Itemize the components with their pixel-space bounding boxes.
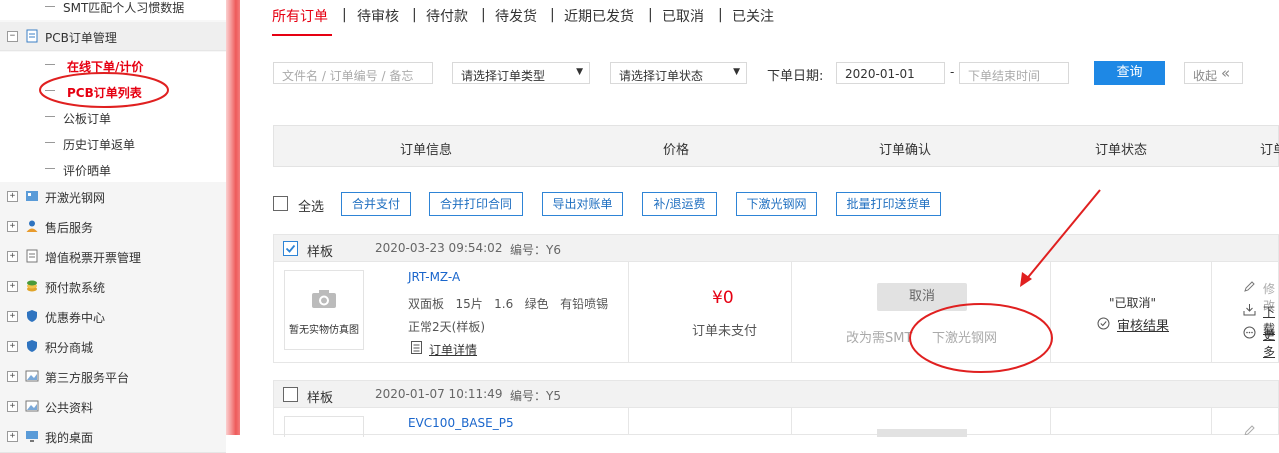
annotation-overlay <box>909 189 1101 373</box>
